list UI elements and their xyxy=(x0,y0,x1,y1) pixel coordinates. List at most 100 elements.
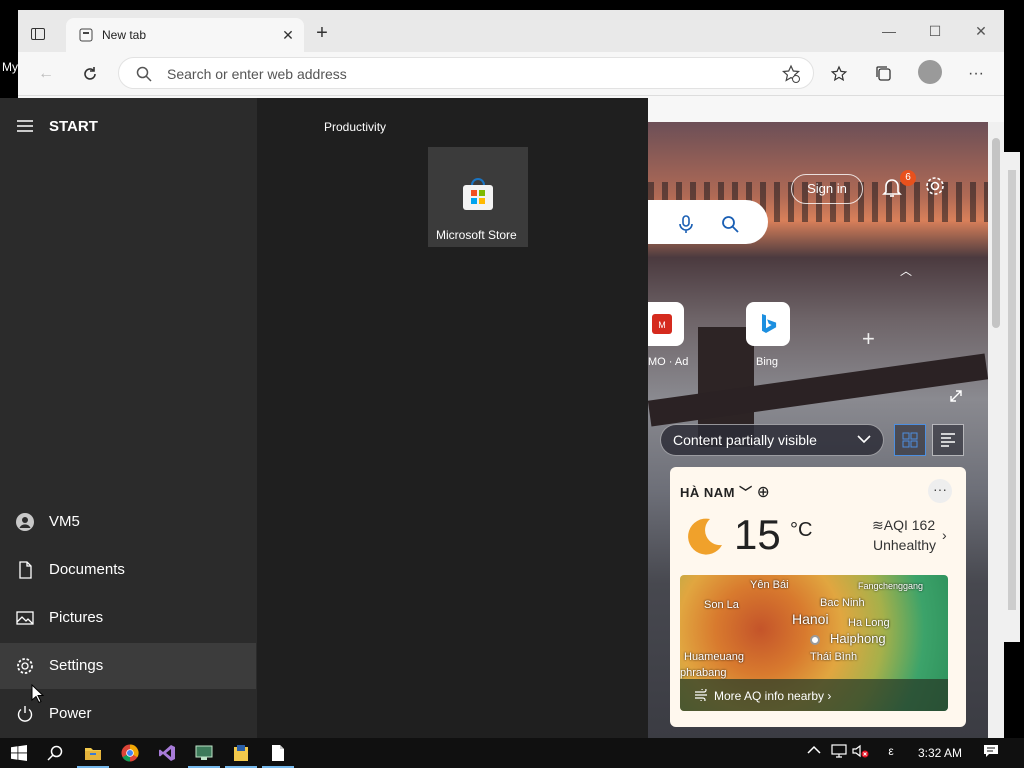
maximize-button[interactable]: ☐ xyxy=(912,20,958,42)
back-icon[interactable]: ← xyxy=(32,60,60,88)
aqi-status: Unhealthy xyxy=(873,537,937,553)
start-item-label: Settings xyxy=(49,657,104,674)
grid-layout-button[interactable] xyxy=(894,424,926,456)
document-icon xyxy=(19,561,32,579)
weather-location: HÀ NAM xyxy=(680,485,735,500)
address-bar[interactable]: Search or enter web address xyxy=(118,57,814,89)
sign-in-button[interactable]: Sign in xyxy=(791,174,863,204)
tab-actions-icon[interactable] xyxy=(28,24,48,44)
close-button[interactable]: ✕ xyxy=(958,20,1004,42)
list-icon xyxy=(941,433,955,447)
start-item-label: Documents xyxy=(49,561,125,578)
taskbar-search-button[interactable] xyxy=(36,738,74,768)
weather-unit: °C xyxy=(790,519,813,541)
power-icon xyxy=(17,706,33,722)
collections-icon[interactable] xyxy=(870,60,898,88)
globe-icon: ⊕ xyxy=(756,485,771,500)
bmo-icon: M xyxy=(652,314,672,334)
map-label: Huameuang xyxy=(684,651,744,663)
taskbar-clock[interactable]: 3:32 AM xyxy=(918,746,962,760)
start-item-label: Power xyxy=(49,705,92,722)
taskbar-chrome[interactable] xyxy=(111,738,149,768)
weather-temperature: 15 xyxy=(734,511,781,558)
notifications-icon[interactable] xyxy=(982,744,1000,762)
pictures-icon xyxy=(16,611,34,625)
start-menu: START VM5 Documents Pictures Settings Po… xyxy=(0,98,648,738)
tile-group-label: Productivity xyxy=(324,120,387,134)
app-folder-icon xyxy=(234,745,248,761)
start-menu-sidebar: START VM5 Documents Pictures Settings Po… xyxy=(0,98,257,738)
page-settings-icon[interactable] xyxy=(924,175,946,197)
minimize-button[interactable]: — xyxy=(866,20,912,42)
start-button[interactable] xyxy=(0,738,38,768)
aqi-icon: ≋ xyxy=(872,517,884,533)
start-item-user[interactable]: VM5 xyxy=(0,499,256,545)
taskbar: ε 3:32 AM xyxy=(0,738,1024,768)
taskbar-file-explorer[interactable] xyxy=(74,738,112,768)
location-pin xyxy=(810,635,820,645)
quick-link-bing[interactable] xyxy=(746,302,790,346)
chrome-icon xyxy=(121,744,139,762)
chevron-up-icon[interactable] xyxy=(805,744,823,762)
add-favorite-icon[interactable] xyxy=(781,64,801,84)
start-item-settings[interactable]: Settings xyxy=(0,643,256,689)
taskbar-app-5[interactable] xyxy=(185,738,223,768)
gear-icon xyxy=(17,658,33,674)
favorites-icon[interactable] xyxy=(826,60,854,88)
weather-location-row[interactable]: HÀ NAM ﹀ ⊕ xyxy=(680,482,770,501)
chevron-down-icon xyxy=(857,435,871,444)
start-item-label: Pictures xyxy=(49,609,104,626)
windows-logo-icon xyxy=(11,745,27,761)
list-layout-button[interactable] xyxy=(932,424,964,456)
profile-avatar[interactable] xyxy=(918,60,942,84)
search-icon xyxy=(47,745,63,761)
map-label: Son La xyxy=(704,599,739,611)
chevron-right-icon[interactable]: › xyxy=(942,527,947,543)
notepad-icon xyxy=(272,745,284,761)
start-item-pictures[interactable]: Pictures xyxy=(0,595,256,641)
settings-more-icon[interactable]: ··· xyxy=(962,60,990,88)
grid-icon xyxy=(902,432,918,448)
network-icon[interactable] xyxy=(830,744,848,762)
air-quality-map[interactable]: Yên Bái Fangchenggang Son La Bac Ninh Ha… xyxy=(680,575,948,711)
map-label: Hanoi xyxy=(792,611,829,627)
moon-icon xyxy=(688,518,722,555)
chevron-up-icon[interactable]: ︿ xyxy=(900,262,912,279)
aqi-label: AQI 162 xyxy=(883,517,936,533)
remote-desktop-icon xyxy=(195,745,213,760)
map-label: Fangchenggang xyxy=(858,581,924,591)
refresh-icon[interactable] xyxy=(76,60,104,88)
expand-icon[interactable] xyxy=(948,388,964,404)
folder-icon xyxy=(85,748,101,760)
taskbar-app-6[interactable] xyxy=(222,738,260,768)
search-submit-icon[interactable] xyxy=(720,214,740,234)
tab-close-icon[interactable]: ✕ xyxy=(278,25,298,45)
weather-card[interactable]: HÀ NAM ﹀ ⊕ ··· 15 °C ≋AQI 162 Unhealthy … xyxy=(670,467,966,727)
search-icon xyxy=(136,66,152,82)
more-aq-info-link[interactable]: More AQ info nearby › xyxy=(680,679,948,711)
hamburger-menu-icon[interactable] xyxy=(16,118,34,134)
taskbar-notepad[interactable] xyxy=(259,738,297,768)
aqi-value[interactable]: ≋AQI 162 xyxy=(872,517,935,534)
outer-scrollbar-thumb[interactable] xyxy=(1008,170,1016,610)
tile-microsoft-store[interactable]: Microsoft Store xyxy=(428,147,528,247)
mouse-cursor-icon xyxy=(31,684,45,704)
microphone-icon[interactable] xyxy=(676,214,696,234)
map-label: Ha Long xyxy=(848,617,890,629)
map-label: Thái Bình xyxy=(810,651,858,663)
user-icon xyxy=(16,513,34,531)
address-placeholder: Search or enter web address xyxy=(167,66,347,82)
tab-new-tab[interactable]: New tab ✕ xyxy=(66,18,304,52)
start-item-documents[interactable]: Documents xyxy=(0,547,256,593)
add-shortcut-button[interactable]: + xyxy=(862,326,875,352)
page-scrollbar-thumb[interactable] xyxy=(992,138,1000,328)
weather-more-button[interactable]: ··· xyxy=(928,479,952,503)
content-visibility-label: Content partially visible xyxy=(673,432,817,448)
bing-icon xyxy=(762,314,777,333)
volume-muted-icon[interactable] xyxy=(852,744,870,762)
taskbar-visual-studio[interactable] xyxy=(148,738,186,768)
svg-text:M: M xyxy=(658,320,666,330)
content-visibility-dropdown[interactable]: Content partially visible xyxy=(660,424,884,456)
input-method-indicator[interactable]: ε xyxy=(882,744,900,762)
new-tab-button[interactable]: + xyxy=(310,22,334,46)
